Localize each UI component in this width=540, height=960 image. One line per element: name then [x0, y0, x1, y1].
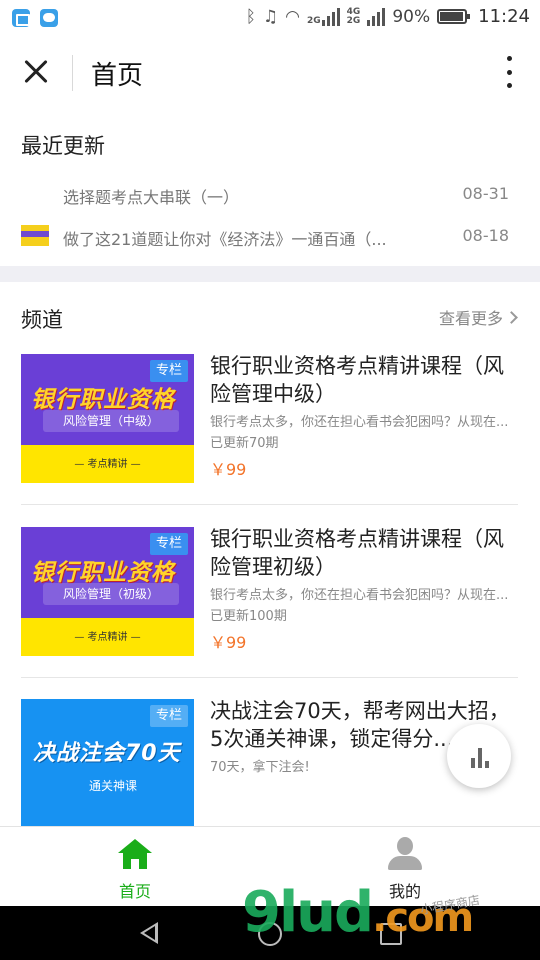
network-2g-label-b: 2G — [346, 15, 361, 26]
recent-item-date: 08-31 — [462, 184, 510, 203]
course-divider — [21, 504, 518, 505]
recent-item[interactable]: 选择题考点大串联（一） 08-31 — [0, 180, 540, 210]
column-tag: 专栏 — [150, 360, 188, 382]
course-price: ￥99 — [210, 460, 247, 479]
course-price: ￥99 — [210, 633, 247, 652]
more-options-icon[interactable] — [504, 56, 514, 88]
back-icon[interactable] — [140, 922, 158, 944]
recent-updates-section: 最近更新 选择题考点大串联（一） 08-31 做了这21道题让你对《经济法》一通… — [0, 108, 540, 266]
tab-home-label: 首页 — [118, 882, 151, 901]
recent-item-thumbnail — [21, 225, 49, 246]
recent-item-title: 做了这21道题让你对《经济法》一通百通（... — [63, 230, 387, 249]
signal-icon-2 — [367, 7, 386, 26]
cover-band-text: — 考点精讲 — — [74, 459, 141, 470]
course-description: 银行考点太多，你还在担心看书会犯困吗？从现在... — [210, 415, 509, 430]
course-title: 银行职业资格考点精讲课程（风险管理中级） — [210, 354, 504, 406]
battery-icon — [437, 9, 471, 24]
course-divider — [21, 677, 518, 678]
chevron-right-icon — [505, 310, 518, 324]
clock: 11:24 — [478, 6, 530, 27]
course-cover: 专栏 银行职业资格 风险管理（初级） — 考点精讲 — — [21, 527, 194, 656]
channel-section-title: 频道 — [21, 308, 63, 332]
mute-icon: ♫ — [262, 6, 279, 27]
course-card[interactable]: 专栏 银行职业资格 风险管理（初级） — 考点精讲 — 银行职业资格考点精讲课程… — [0, 527, 540, 699]
signal-icon — [321, 7, 340, 26]
column-tag: 专栏 — [150, 533, 188, 555]
title-divider — [72, 55, 73, 91]
gallery-icon — [12, 9, 30, 27]
bar-chart-icon — [471, 758, 475, 768]
course-cover: 专栏 银行职业资格 风险管理（中级） — 考点精讲 — — [21, 354, 194, 483]
network-2g-label: 2G — [307, 15, 321, 26]
home-icon — [118, 839, 152, 869]
recent-item-title: 选择题考点大串联（一） — [63, 188, 240, 207]
course-update-count: 已更新70期 — [210, 436, 279, 451]
column-tag: 专栏 — [150, 705, 188, 727]
course-card[interactable]: 专栏 银行职业资格 风险管理（中级） — 考点精讲 — 银行职业资格考点精讲课程… — [0, 354, 540, 526]
bluetooth-icon: ᛒ — [245, 6, 256, 27]
recent-section-title: 最近更新 — [21, 134, 105, 158]
course-cover: 专栏 决战注会70天 通关神课 — [21, 699, 194, 826]
stats-float-button[interactable] — [447, 724, 511, 788]
cover-headline: 决战注会70天 — [33, 741, 181, 766]
cover-headline: 银行职业资格 — [31, 560, 175, 586]
course-update-count: 已更新100期 — [210, 609, 287, 624]
battery-percent: 90% — [392, 6, 431, 27]
course-title: 银行职业资格考点精讲课程（风险管理初级） — [210, 527, 504, 579]
course-description: 银行考点太多，你还在担心看书会犯困吗？从现在... — [210, 588, 509, 603]
cover-subtitle: 通关神课 — [88, 779, 137, 793]
message-icon — [40, 9, 58, 27]
user-icon — [388, 837, 422, 871]
status-bar: ᛒ ♫ ◠ 2G 4G 2G 90% 11:24 — [0, 0, 540, 36]
recent-item-date: 08-18 — [462, 226, 510, 245]
cover-band-text: — 考点精讲 — — [74, 632, 141, 643]
recent-item[interactable]: 做了这21道题让你对《经济法》一通百通（... 08-18 — [0, 222, 540, 252]
wifi-icon: ◠ — [285, 6, 301, 27]
watermark-brand: 9lud — [242, 880, 374, 945]
tab-home[interactable]: 首页 — [0, 827, 270, 907]
close-icon[interactable] — [18, 54, 54, 90]
section-separator — [0, 266, 540, 282]
cover-subtitle: 风险管理（初级） — [43, 583, 179, 605]
see-more-link[interactable]: 查看更多 — [438, 305, 518, 329]
title-bar: 首页 — [0, 36, 540, 108]
page-title: 首页 — [91, 61, 144, 91]
cover-subtitle: 风险管理（中级） — [43, 410, 179, 432]
cover-headline: 银行职业资格 — [31, 387, 175, 413]
see-more-label: 查看更多 — [438, 309, 503, 328]
